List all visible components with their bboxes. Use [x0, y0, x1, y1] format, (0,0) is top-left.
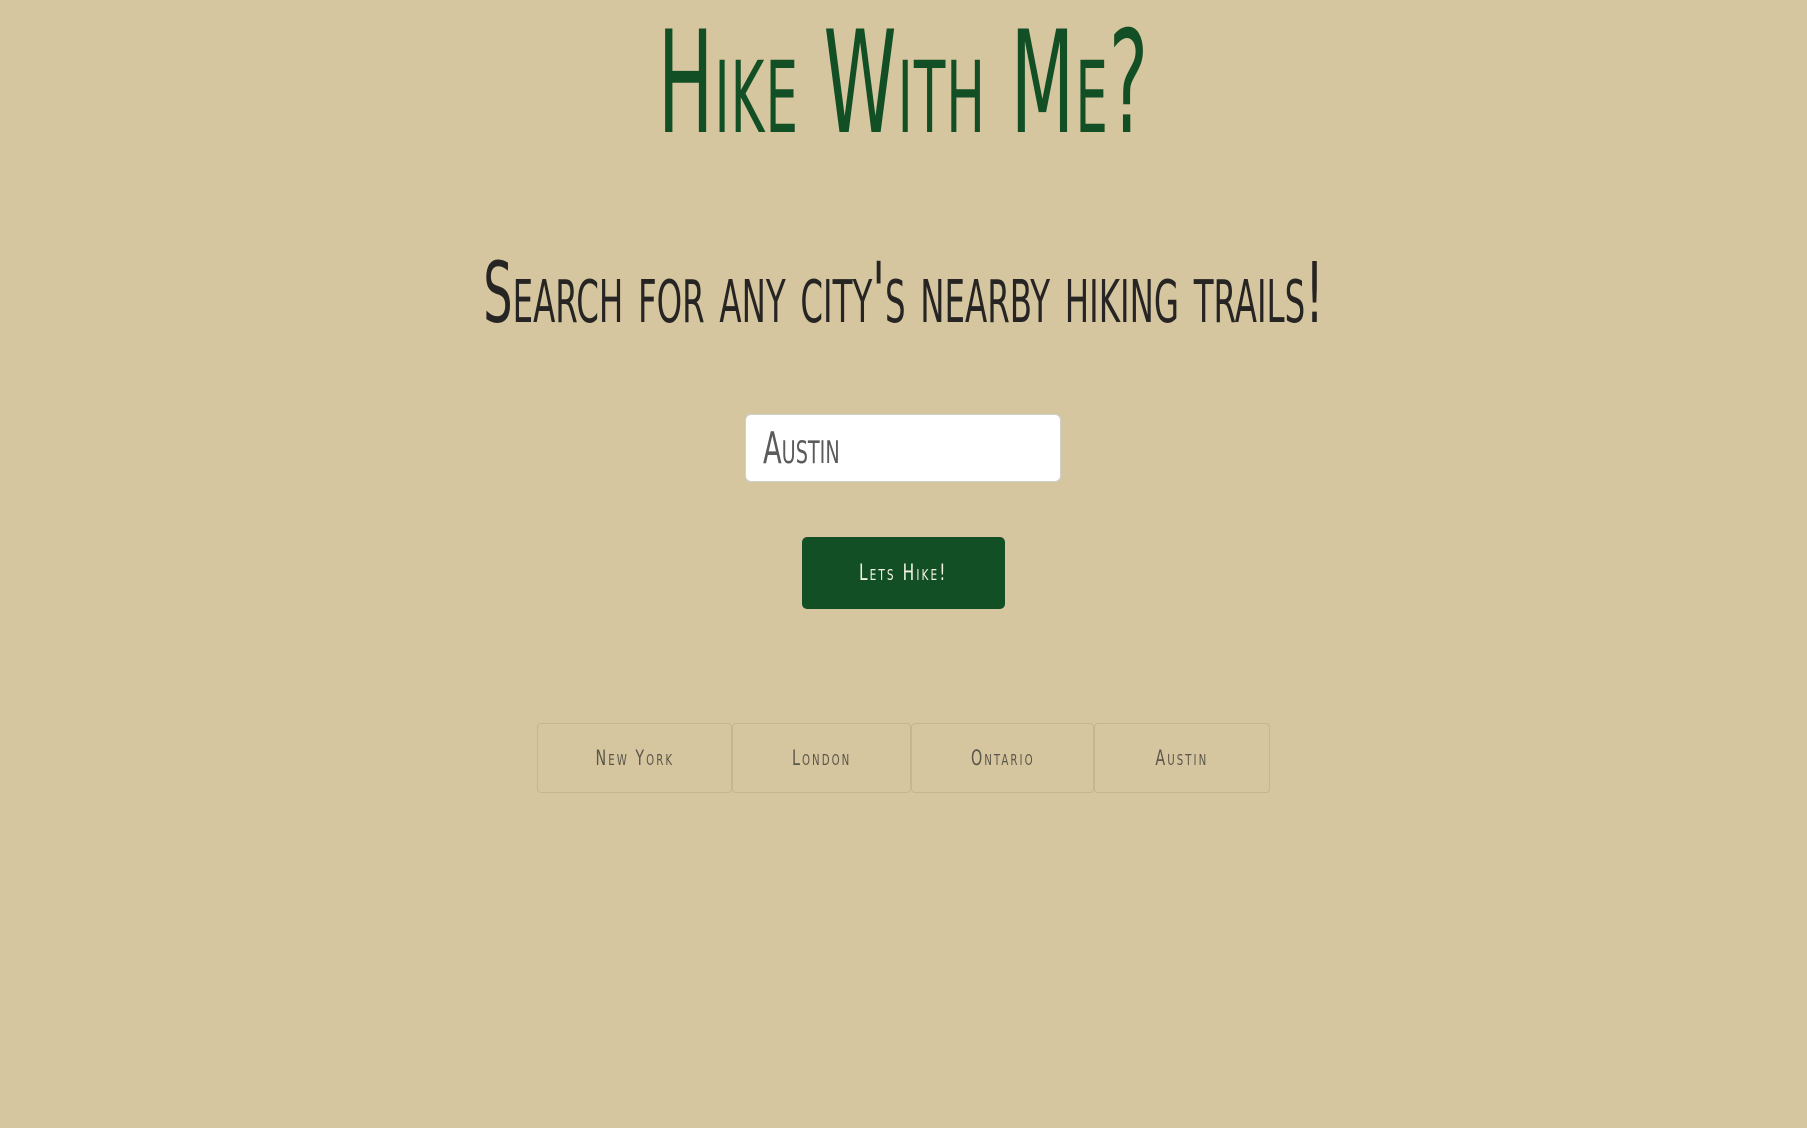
page-subtitle: Search for any city's nearby hiking trai… — [483, 244, 1324, 342]
history-item-label: Ontario — [970, 746, 1035, 770]
history-item-label: London — [791, 746, 852, 770]
history-item-london[interactable]: London — [732, 723, 911, 793]
lets-hike-button[interactable]: Lets Hike! — [802, 537, 1005, 609]
page-title: Hike With Me? — [657, 1, 1150, 166]
history-item-austin[interactable]: Austin — [1094, 723, 1270, 793]
lets-hike-button-label: Lets Hike! — [859, 560, 948, 586]
city-search-input[interactable] — [745, 414, 1061, 482]
history-item-new-york[interactable]: New York — [537, 723, 732, 793]
history-item-label: Austin — [1155, 746, 1209, 770]
search-history: New York London Ontario Austin — [537, 723, 1270, 793]
history-item-ontario[interactable]: Ontario — [911, 723, 1094, 793]
history-item-label: New York — [595, 746, 674, 770]
